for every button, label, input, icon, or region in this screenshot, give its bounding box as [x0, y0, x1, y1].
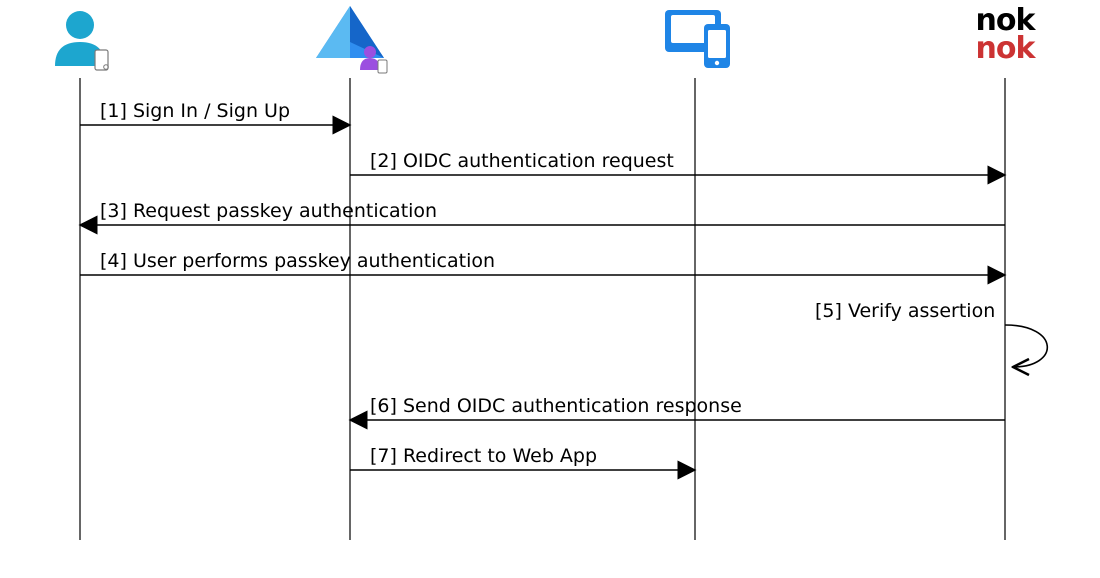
message-4: [4] User performs passkey authentication [80, 250, 1005, 275]
message-3: [3] Request passkey authentication [80, 200, 1005, 225]
message-label: [5] Verify assertion [815, 300, 995, 322]
svg-text:nok: nok [976, 31, 1037, 66]
message-label: [3] Request passkey authentication [100, 200, 437, 222]
message-label: [7] Redirect to Web App [370, 445, 597, 467]
message-label: [2] OIDC authentication request [370, 150, 674, 172]
message-6: [6] Send OIDC authentication response [350, 395, 1005, 420]
message-2: [2] OIDC authentication request [350, 150, 1005, 175]
message-label: [1] Sign In / Sign Up [100, 100, 290, 122]
message-arrows: [1] Sign In / Sign Up [2] OIDC authentica… [80, 100, 1047, 470]
noknok-logo: nok nok [976, 3, 1037, 66]
sequence-diagram: nok nok [1] Sign In / Sign Up [2] OIDC au… [0, 0, 1100, 578]
message-label: [6] Send OIDC authentication response [370, 395, 742, 417]
message-5: [5] Verify assertion [815, 300, 1047, 367]
identity-provider-icon [316, 6, 387, 73]
message-label: [4] User performs passkey authentication [100, 250, 495, 272]
user-icon [55, 11, 108, 70]
device-icon [665, 10, 730, 68]
message-1: [1] Sign In / Sign Up [80, 100, 350, 125]
message-7: [7] Redirect to Web App [350, 445, 695, 470]
